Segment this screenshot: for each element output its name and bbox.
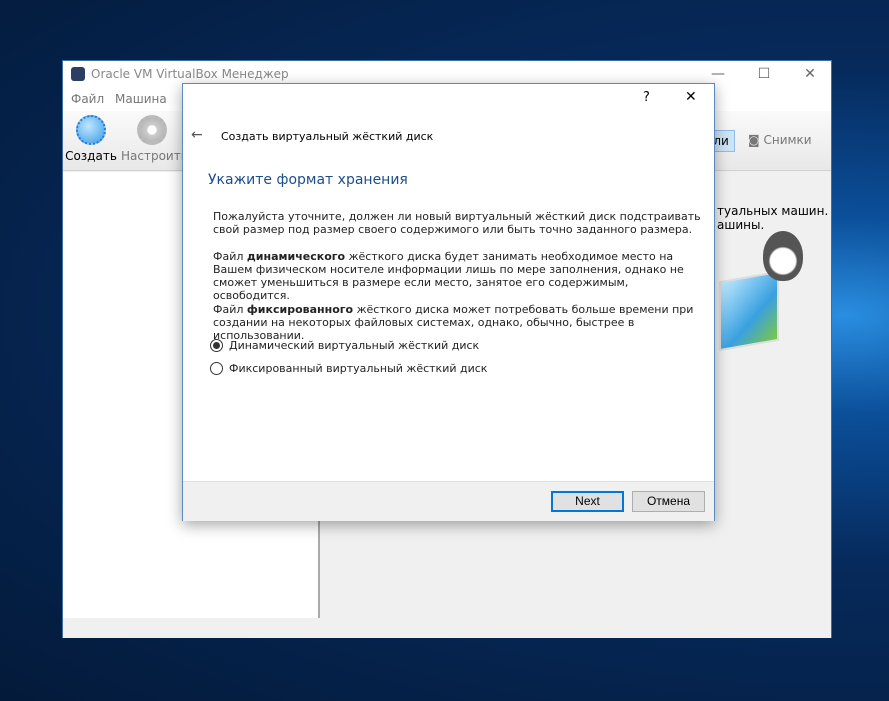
radio-fixed[interactable]: Фиксированный виртуальный жёсткий диск: [210, 362, 487, 375]
create-label: Создать: [65, 149, 117, 163]
camera-icon: ◙: [748, 133, 764, 147]
welcome-line: ашины.: [717, 218, 765, 232]
dynamic-paragraph: Файл динамического жёсткого диска будет …: [213, 250, 708, 302]
back-arrow-icon[interactable]: ←: [191, 127, 203, 143]
settings-label: Настроить: [121, 149, 188, 163]
radio-unselected-icon[interactable]: [210, 362, 223, 375]
dialog-close-button[interactable]: ✕: [685, 89, 697, 105]
page-heading: Укажите формат хранения: [208, 172, 408, 188]
fixed-paragraph: Файл фиксированного жёсткого диска может…: [213, 303, 708, 342]
menu-machine[interactable]: Машина: [115, 92, 167, 106]
penguin-illustration: [763, 231, 803, 281]
new-vm-icon: [76, 115, 106, 145]
dialog-title: Создать виртуальный жёсткий диск: [221, 130, 434, 143]
window-title: Oracle VM VirtualBox Менеджер: [91, 67, 289, 81]
snapshots-label: Снимки: [763, 133, 812, 147]
close-button[interactable]: ✕: [787, 61, 833, 87]
create-virtual-disk-dialog: ? ✕ ← Создать виртуальный жёсткий диск У…: [182, 83, 715, 521]
radio-dynamic[interactable]: Динамический виртуальный жёсткий диск: [210, 339, 479, 352]
status-bar: [63, 618, 831, 638]
cancel-button[interactable]: Отмена: [632, 491, 705, 512]
tab-snapshots[interactable]: ◙ Снимки: [748, 133, 812, 147]
radio-label: Динамический виртуальный жёсткий диск: [229, 339, 480, 352]
radio-selected-icon[interactable]: [210, 339, 223, 352]
settings-gear-icon: [137, 115, 167, 145]
create-button[interactable]: Создать: [63, 115, 119, 163]
dialog-button-bar: Next Отмена: [183, 481, 714, 521]
intro-paragraph: Пожалуйста уточните, должен ли новый вир…: [213, 210, 701, 236]
welcome-text: туальных машин. ашины.: [717, 204, 828, 232]
settings-button[interactable]: Настроить: [121, 115, 188, 163]
virtualbox-cube-illustration: [719, 270, 779, 352]
next-button[interactable]: Next: [551, 491, 624, 512]
bold-text: динамического: [246, 250, 346, 263]
radio-label: Фиксированный виртуальный жёсткий диск: [229, 362, 488, 375]
welcome-line: туальных машин.: [717, 204, 829, 218]
text: Файл: [213, 303, 247, 316]
menu-file[interactable]: Файл: [71, 92, 104, 106]
text: Файл: [213, 250, 247, 263]
help-button[interactable]: ?: [643, 90, 650, 105]
maximize-button[interactable]: ☐: [741, 61, 787, 87]
virtualbox-logo-icon: [71, 67, 85, 81]
bold-text: фиксированного: [246, 303, 354, 316]
